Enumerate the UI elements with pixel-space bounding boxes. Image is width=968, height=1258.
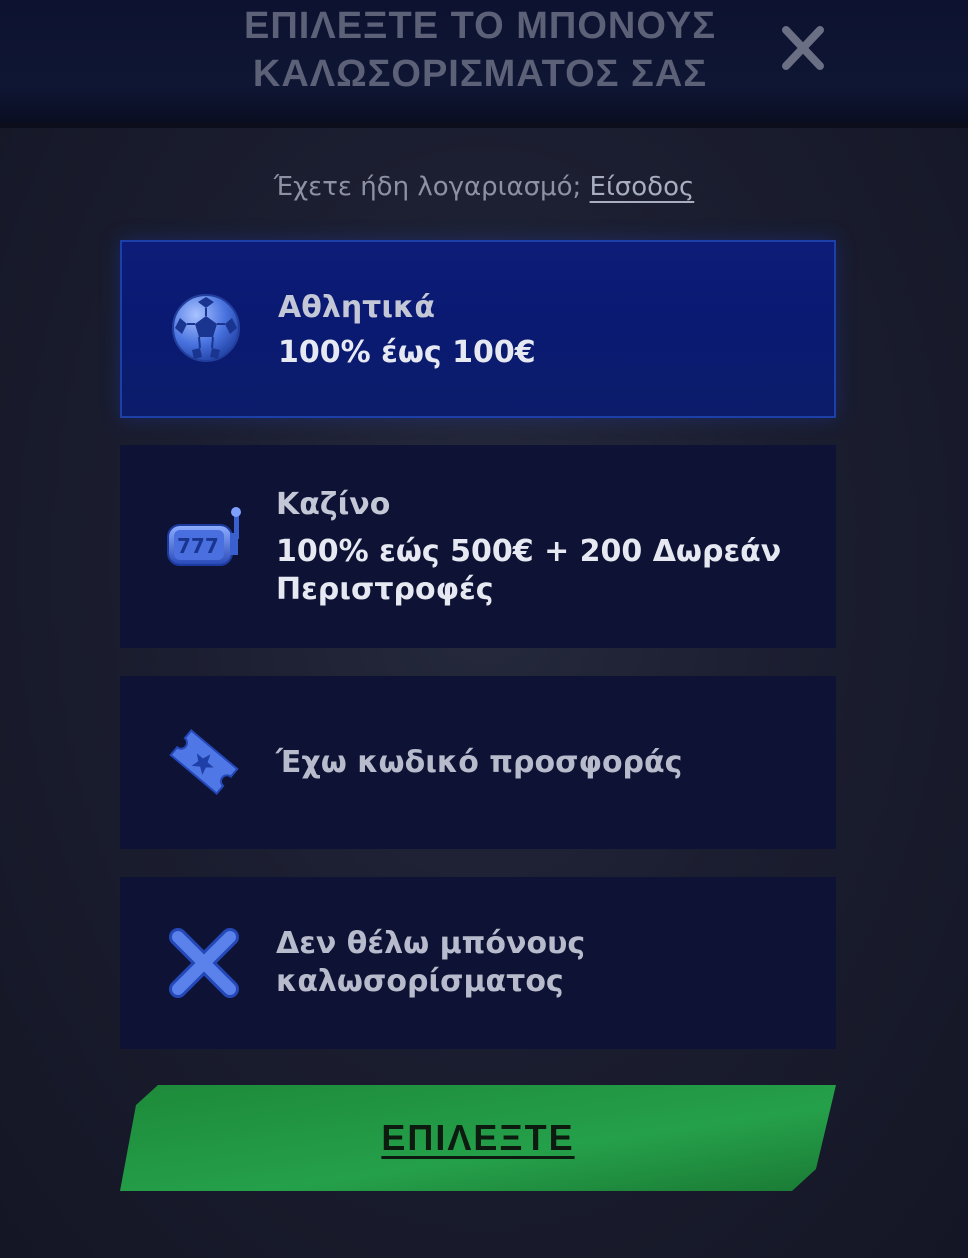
modal-title-line-1: ΕΠΙΛΕΞΤΕ ΤΟ ΜΠΟΝΟΥΣ [244, 5, 716, 47]
option-promo-code[interactable]: Έχω κωδικό προσφοράς [120, 676, 836, 849]
no-bonus-x-icon [169, 928, 239, 998]
option-casino[interactable]: 777 Καζίνο 100% εώς 500€ + 200 Δωρεάν Πε… [120, 445, 836, 648]
option-no-bonus-label: Δεν θέλω μπόνους καλωσορίσματος [276, 926, 586, 999]
close-icon [782, 26, 824, 70]
svg-text:777: 777 [177, 534, 219, 558]
modal-title: ΕΠΙΛΕΞΤΕ ΤΟ ΜΠΟΝΟΥΣ ΚΑΛΩΣΟΡΙΣΜΑΤΟΣ ΣΑΣ [120, 2, 840, 98]
option-no-bonus[interactable]: Δεν θέλω μπόνους καλωσορίσματος [120, 877, 836, 1049]
bonus-selection-screen: ΕΠΙΛΕΞΤΕ ΤΟ ΜΠΟΝΟΥΣ ΚΑΛΩΣΟΡΙΣΜΑΤΟΣ ΣΑΣ Έ… [0, 0, 968, 1258]
modal-header: ΕΠΙΛΕΞΤΕ ΤΟ ΜΠΟΝΟΥΣ ΚΑΛΩΣΟΡΙΣΜΑΤΟΣ ΣΑΣ [0, 0, 968, 128]
promo-ticket-icon [169, 729, 239, 795]
login-prompt-text: Έχετε ήδη λογαριασμό; [273, 172, 582, 202]
soccer-ball-icon [172, 294, 240, 362]
option-sports[interactable]: Αθλητικά 100% έως 100€ [120, 240, 836, 418]
option-promo-code-label: Έχω κωδικό προσφοράς [276, 745, 683, 780]
login-link[interactable]: Είσοδος [590, 172, 695, 202]
option-sports-detail: 100% έως 100€ [278, 335, 536, 370]
option-sports-title: Αθλητικά [278, 290, 435, 325]
option-casino-title: Καζίνο [276, 487, 391, 522]
option-casino-detail: 100% εώς 500€ + 200 Δωρεάν Περιστροφές [276, 534, 782, 607]
select-button-label: ΕΠΙΛΕΞΤΕ [381, 1117, 575, 1158]
login-prompt: Έχετε ήδη λογαριασμό; Είσοδος [0, 172, 968, 202]
select-button[interactable]: ΕΠΙΛΕΞΤΕ [120, 1085, 836, 1191]
close-button[interactable] [778, 24, 828, 72]
modal-title-line-2: ΚΑΛΩΣΟΡΙΣΜΑΤΟΣ ΣΑΣ [252, 53, 708, 95]
slot-machine-icon: 777 [167, 507, 241, 566]
